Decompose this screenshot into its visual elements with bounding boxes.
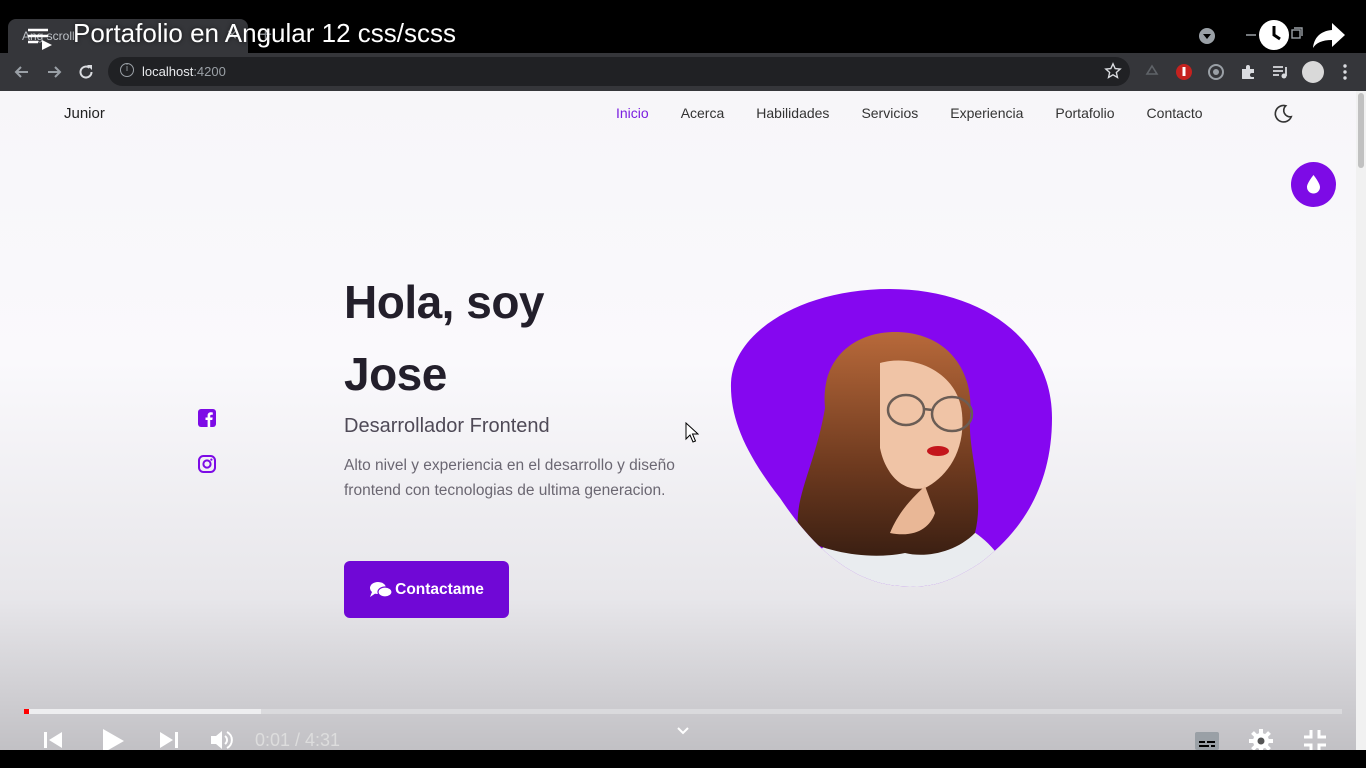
address-bar[interactable]: i localhost:4200 [108,57,1130,86]
video-bottom-edge [0,750,1366,768]
chat-icon [370,581,393,598]
nav-habilidades[interactable]: Habilidades [756,105,829,121]
video-title[interactable]: Portafolio en Angular 12 css/scss [73,18,456,49]
subtitles-icon[interactable] [1194,731,1220,751]
page-scrollbar[interactable] [1356,91,1366,768]
nav-acerca[interactable]: Acerca [681,105,725,121]
profile-photo [730,289,1052,587]
progress-buffered [24,709,262,714]
droplet-icon [1307,175,1320,194]
browser-menu-icon[interactable] [1336,63,1354,81]
browser-toolbar: i localhost:4200 [0,53,1366,91]
url-host: localhost [142,64,194,79]
chevron-down-icon[interactable] [676,726,690,736]
playlist-icon[interactable] [26,26,54,50]
forward-icon[interactable] [44,62,64,82]
mouse-cursor [685,422,699,443]
media-control-icon[interactable] [1271,63,1289,81]
contact-button-label: Contactame [395,580,484,598]
portfolio-page: Junior Inicio Acerca Habilidades Servici… [0,91,1366,768]
nav-experiencia[interactable]: Experiencia [950,105,1023,121]
reload-icon[interactable] [76,62,96,82]
url-port: :4200 [193,64,226,79]
extensions-puzzle-icon[interactable] [1239,63,1257,81]
site-logo[interactable]: Junior [64,105,105,122]
screen: Junior Inicio Acerca Habilidades Servici… [0,0,1366,768]
extension-recycle-icon[interactable] [1143,63,1161,81]
bookmark-star-icon[interactable] [1104,62,1122,80]
hero-name: Jose [344,348,447,400]
extension-target-icon[interactable] [1207,63,1225,81]
next-icon[interactable] [158,730,180,750]
volume-icon[interactable] [209,729,235,751]
nav-inicio[interactable]: Inicio [616,105,649,121]
nav-servicios[interactable]: Servicios [861,105,918,121]
share-icon[interactable] [1312,21,1346,49]
clock-icon[interactable] [1258,19,1290,51]
progress-played [24,709,30,714]
minimize-icon[interactable] [1244,28,1258,42]
profile-avatar[interactable] [1302,61,1324,83]
url-text: localhost:4200 [142,64,226,79]
hero-greeting: Hola, soy [344,276,545,328]
moon-icon[interactable] [1272,103,1294,125]
previous-icon[interactable] [42,730,64,750]
instagram-icon[interactable] [198,455,216,473]
nav-contacto[interactable]: Contacto [1147,105,1203,121]
hero-description: Alto nivel y experiencia en el desarroll… [344,457,675,499]
restore-icon[interactable] [1290,26,1304,40]
back-icon[interactable] [12,62,32,82]
video-time: 0:01 / 4:31 [255,730,341,750]
facebook-icon[interactable] [198,409,216,427]
extension-shield-icon[interactable] [1175,63,1193,81]
site-nav: Inicio Acerca Habilidades Servicios Expe… [616,105,1203,121]
video-progress-bar[interactable] [24,709,1342,714]
theme-color-button[interactable] [1291,162,1336,207]
nav-portafolio[interactable]: Portafolio [1055,105,1114,121]
hero-subtitle: Desarrollador Frontend [344,415,550,437]
site-info-icon[interactable]: i [120,63,134,77]
dropdown-circle-icon[interactable] [1198,27,1216,45]
scrollbar-thumb[interactable] [1358,93,1364,168]
contact-button[interactable]: Contactame [344,561,509,618]
